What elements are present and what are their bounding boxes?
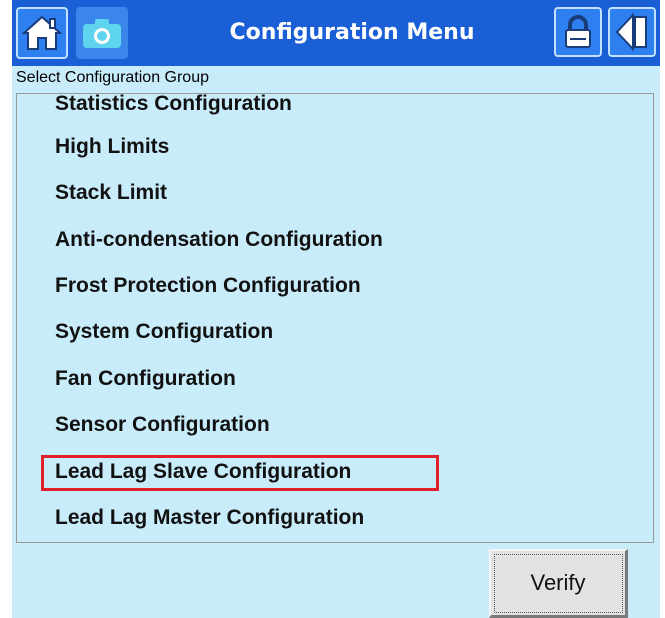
home-icon [22,15,62,50]
home-button[interactable] [16,7,68,59]
app-window: Configuration Menu Select Configuration … [12,0,660,618]
list-item-system-configuration[interactable]: System Configuration [55,314,273,350]
camera-button[interactable] [76,7,128,59]
list-item-statistics-configuration[interactable]: Statistics Configuration [55,94,292,122]
list-item-fan-configuration[interactable]: Fan Configuration [55,361,236,397]
group-label: Select Configuration Group [16,69,209,86]
list-item-lead-lag-master[interactable]: Lead Lag Master Configuration [55,500,364,536]
list-item-stack-limit[interactable]: Stack Limit [55,175,167,211]
highlight-box [41,455,439,491]
back-button[interactable] [608,7,656,57]
list-item-sensor-configuration[interactable]: Sensor Configuration [55,407,270,443]
list-item-high-limits[interactable]: High Limits [55,129,169,165]
list-item-anti-condensation[interactable]: Anti-condensation Configuration [55,222,383,258]
verify-button[interactable]: Verify [489,549,628,618]
camera-icon [83,19,121,48]
list-item-frost-protection[interactable]: Frost Protection Configuration [55,268,361,304]
back-arrow-icon [615,13,647,51]
page-title: Configuration Menu [229,20,475,45]
title-bar: Configuration Menu [12,0,660,66]
config-group-list[interactable]: Statistics Configuration High Limits Sta… [16,93,654,543]
lock-button[interactable] [554,7,602,57]
lock-icon [565,15,591,48]
